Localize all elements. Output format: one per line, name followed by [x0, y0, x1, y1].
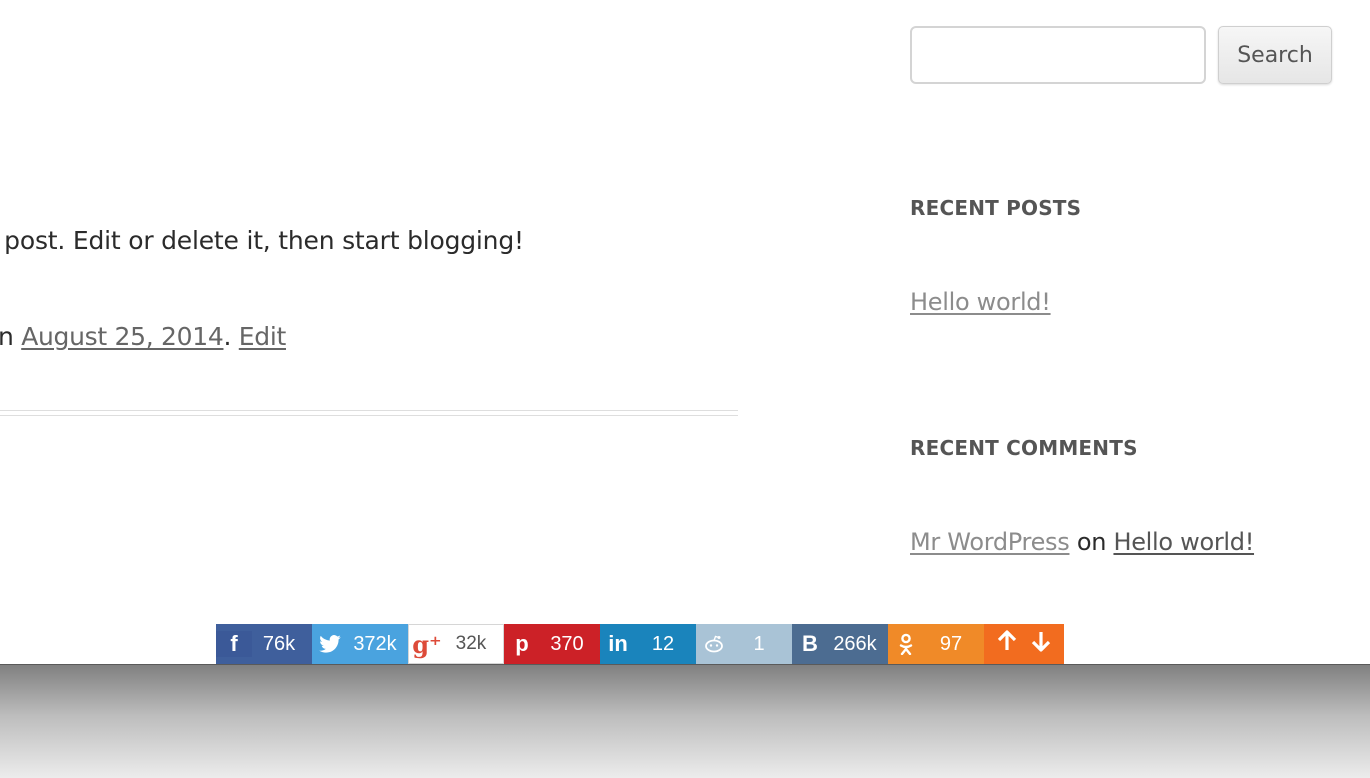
bottom-shade [0, 664, 1370, 778]
vk-share-button[interactable]: B 266k [792, 624, 888, 664]
vk-icon: B [802, 631, 818, 656]
search-button[interactable]: Search [1218, 26, 1332, 84]
odnoklassniki-share-button[interactable]: 97 [888, 624, 984, 664]
reddit-share-count: 1 [753, 632, 765, 655]
reddit-share-button[interactable]: 1 [696, 624, 792, 664]
search-input[interactable] [910, 26, 1206, 84]
vote-buttons [984, 624, 1064, 664]
arrow-down-icon[interactable] [1031, 630, 1051, 658]
vk-share-count: 266k [833, 632, 877, 655]
facebook-share-count: 76k [262, 632, 296, 655]
post-meta: n August 25, 2014. Edit [0, 322, 286, 351]
post-meta-separator: . [223, 322, 232, 351]
facebook-share-button[interactable]: f 76k [216, 624, 312, 664]
post-meta-prefix: n [0, 322, 14, 351]
twitter-share-button[interactable]: 372k [312, 624, 408, 664]
google-plus-icon: g⁺ [412, 629, 442, 659]
post-divider [0, 410, 738, 416]
reddit-icon [696, 635, 732, 653]
odnoklassniki-icon [888, 633, 924, 655]
recent-posts-title: RECENT POSTS [910, 196, 1082, 220]
share-bar: f 76k 372k g⁺ 32k p 370 in 12 1 B 266k 9… [216, 624, 1064, 664]
comment-post-link[interactable]: Hello world! [1113, 528, 1254, 556]
twitter-icon [312, 635, 348, 653]
recent-comments-title: RECENT COMMENTS [910, 436, 1138, 460]
pinterest-share-button[interactable]: p 370 [504, 624, 600, 664]
recent-comment-item: Mr WordPress on Hello world! [910, 528, 1254, 556]
facebook-icon: f [216, 631, 252, 657]
google-plus-share-count: 32k [455, 633, 487, 654]
post-excerpt: st post. Edit or delete it, then start b… [0, 226, 524, 255]
arrow-up-icon[interactable] [997, 630, 1017, 658]
comment-author-link[interactable]: Mr WordPress [910, 528, 1070, 556]
odnoklassniki-share-count: 97 [939, 632, 963, 655]
pinterest-icon: p [515, 631, 529, 656]
pinterest-share-count: 370 [550, 632, 584, 655]
twitter-share-count: 372k [353, 632, 397, 655]
google-plus-share-button[interactable]: g⁺ 32k [408, 624, 504, 664]
post-date-link[interactable]: August 25, 2014 [21, 322, 224, 351]
linkedin-share-button[interactable]: in 12 [600, 624, 696, 664]
linkedin-share-count: 12 [651, 632, 675, 655]
linkedin-icon: in [608, 631, 628, 656]
edit-post-link[interactable]: Edit [239, 322, 287, 351]
recent-post-link[interactable]: Hello world! [910, 288, 1051, 316]
comment-connector: on [1076, 528, 1107, 556]
